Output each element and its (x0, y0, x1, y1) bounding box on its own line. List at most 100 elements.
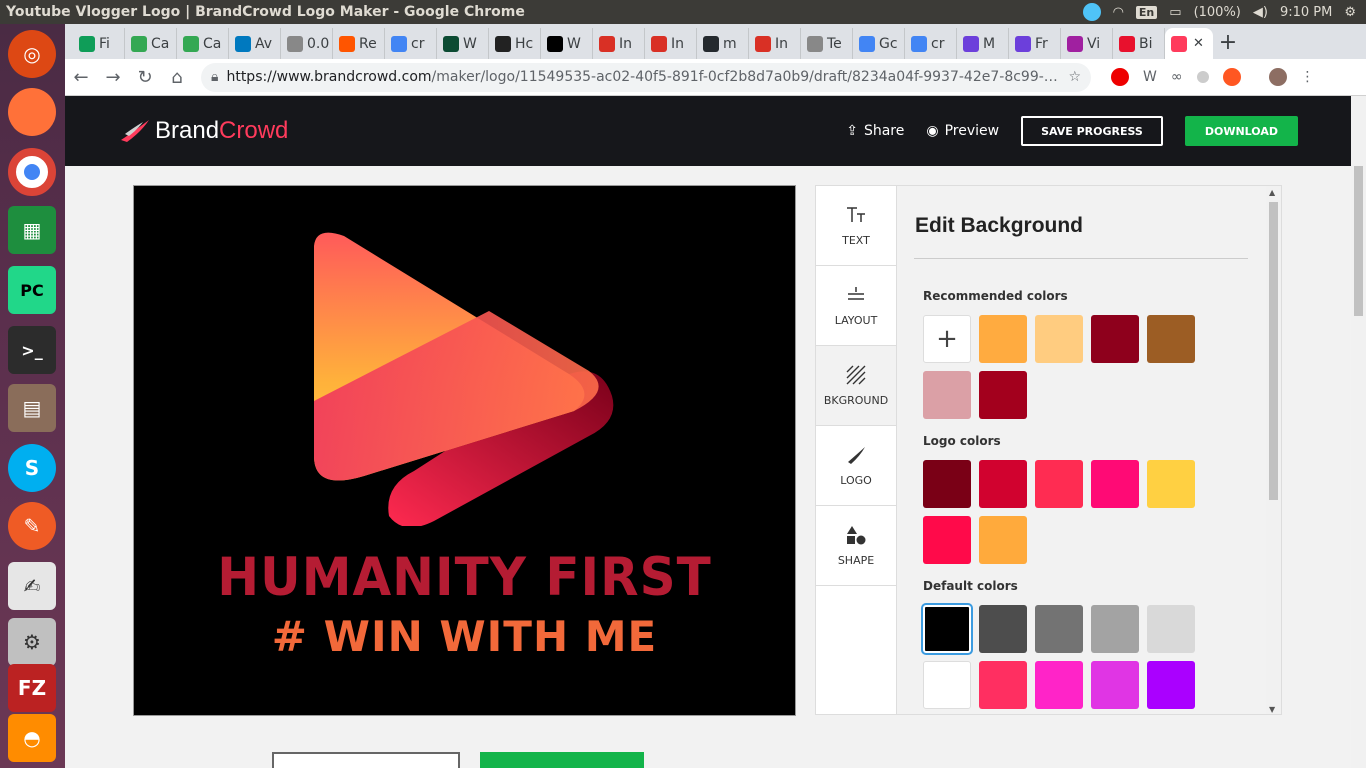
firefox-icon[interactable] (8, 88, 56, 136)
browser-tab[interactable]: In (645, 28, 697, 59)
default-color-swatch[interactable] (1091, 605, 1139, 653)
logo-color-swatch[interactable] (979, 460, 1027, 508)
filezilla-icon[interactable]: FZ (8, 664, 56, 712)
logo-color-swatch[interactable] (979, 516, 1027, 564)
browser-tab[interactable]: M (957, 28, 1009, 59)
scroll-up-icon[interactable]: ▲ (1269, 188, 1275, 197)
chrome-menu-icon[interactable]: ⋮ (1301, 69, 1315, 85)
browser-tab[interactable]: 0.0 (281, 28, 333, 59)
default-color-swatch[interactable] (1147, 661, 1195, 709)
more-apps-icon[interactable]: ◓ (8, 714, 56, 762)
recommended-color-swatch[interactable] (1091, 315, 1139, 363)
browser-tab[interactable]: In (749, 28, 801, 59)
sidebar-item-layout[interactable]: LAYOUT (816, 266, 896, 346)
grey-extension-icon[interactable] (1196, 71, 1209, 83)
wifi-icon[interactable]: ◠ (1113, 5, 1124, 20)
secondary-action-button[interactable] (272, 752, 460, 768)
sidebar-item-logo[interactable]: LOGO (816, 426, 896, 506)
scroll-down-icon[interactable]: ▼ (1269, 705, 1275, 714)
reload-icon[interactable]: ↻ (129, 67, 161, 88)
browser-tab[interactable]: Bi (1113, 28, 1165, 59)
clock[interactable]: 9:10 PM (1280, 5, 1332, 20)
logo-color-swatch[interactable] (1091, 460, 1139, 508)
browser-tab[interactable]: cr (385, 28, 437, 59)
back-arrow-icon[interactable]: ← (65, 67, 97, 88)
url-input[interactable]: 🔒︎ https://www.brandcrowd.com/maker/logo… (201, 62, 1091, 92)
system-tools-icon[interactable]: ⚙ (8, 618, 56, 666)
recommended-color-swatch[interactable] (1035, 315, 1083, 363)
postman-icon[interactable]: ✎ (8, 502, 56, 550)
logo-text-line-1[interactable]: HUMANITY FIRST (134, 547, 795, 608)
primary-action-button[interactable] (480, 752, 644, 768)
skype-tray-icon[interactable] (1082, 3, 1101, 21)
browser-tab[interactable]: m (697, 28, 749, 59)
default-color-swatch[interactable] (1147, 605, 1195, 653)
default-color-swatch[interactable] (923, 661, 971, 709)
recommended-color-swatch[interactable] (979, 315, 1027, 363)
panel-scroll-thumb[interactable] (1269, 202, 1278, 500)
browser-tab[interactable]: Av (229, 28, 281, 59)
settings-gear-icon[interactable]: ⚙ (1344, 5, 1356, 20)
profile-avatar[interactable] (1268, 68, 1287, 86)
volume-icon[interactable]: ◀) (1253, 5, 1268, 20)
browser-tab[interactable]: Te (801, 28, 853, 59)
default-color-swatch[interactable] (1035, 605, 1083, 653)
orange-extension-icon[interactable] (1222, 68, 1241, 86)
add-color-button[interactable]: + (923, 315, 971, 363)
logo-color-swatch[interactable] (1147, 460, 1195, 508)
browser-tab[interactable]: Gc (853, 28, 905, 59)
adblock-extension-icon[interactable] (1111, 68, 1129, 86)
default-color-swatch[interactable] (979, 661, 1027, 709)
browser-tab[interactable]: In (593, 28, 645, 59)
tab-active[interactable]: ✕ (1165, 28, 1213, 59)
close-tab-icon[interactable]: ✕ (1193, 36, 1204, 51)
page-scroll-thumb[interactable] (1354, 166, 1363, 316)
forward-arrow-icon[interactable]: → (97, 67, 129, 88)
share-link[interactable]: ⇪ Share (846, 123, 904, 139)
recommended-color-swatch[interactable] (1147, 315, 1195, 363)
sidebar-item-text[interactable]: TEXT (816, 186, 896, 266)
language-indicator[interactable]: En (1135, 5, 1158, 19)
page-scrollbar[interactable] (1351, 96, 1366, 768)
logo-color-swatch[interactable] (1035, 460, 1083, 508)
default-color-swatch[interactable] (1091, 661, 1139, 709)
spreadsheet-icon[interactable]: ▦ (8, 206, 56, 254)
browser-tab[interactable]: Fr (1009, 28, 1061, 59)
wikipedia-extension-icon[interactable]: W (1143, 69, 1157, 85)
panel-scrollbar[interactable]: ▲ ▼ (1266, 186, 1281, 714)
home-icon[interactable]: ⌂ (161, 67, 193, 88)
bookmark-star-icon[interactable]: ☆ (1068, 69, 1081, 85)
browser-tab[interactable]: Fi (73, 28, 125, 59)
text-editor-icon[interactable]: ✍ (8, 562, 56, 610)
skype-icon[interactable]: S (8, 444, 56, 492)
browser-tab[interactable]: Hc (489, 28, 541, 59)
default-color-swatch[interactable] (979, 605, 1027, 653)
logo-color-swatch[interactable] (923, 460, 971, 508)
chrome-icon[interactable] (8, 148, 56, 196)
battery-icon[interactable]: ▭ (1169, 5, 1181, 20)
default-color-swatch[interactable] (921, 603, 973, 655)
sidebar-item-shape[interactable]: SHAPE (816, 506, 896, 586)
default-color-swatch[interactable] (1035, 661, 1083, 709)
brandcrowd-logo[interactable]: Brand Crowd (119, 117, 288, 145)
logo-canvas[interactable]: HUMANITY FIRST # WIN WITH ME (133, 185, 796, 716)
terminal-icon[interactable]: >_ (8, 326, 56, 374)
logo-color-swatch[interactable] (923, 516, 971, 564)
link-extension-icon[interactable]: ∞ (1171, 69, 1183, 85)
browser-tab[interactable]: W (437, 28, 489, 59)
browser-tab[interactable]: Ca (125, 28, 177, 59)
browser-tab[interactable]: Vi (1061, 28, 1113, 59)
sidebar-item-background[interactable]: BKGROUND (816, 346, 896, 426)
pycharm-icon[interactable]: PC (8, 266, 56, 314)
logo-text-line-2[interactable]: # WIN WITH ME (134, 612, 795, 661)
recommended-color-swatch[interactable] (923, 371, 971, 419)
browser-tab[interactable]: Re (333, 28, 385, 59)
new-tab-button[interactable]: + (1213, 28, 1243, 59)
ubuntu-dash-icon[interactable]: ◎ (8, 30, 56, 78)
download-button[interactable]: DOWNLOAD (1184, 116, 1298, 146)
browser-tab[interactable]: W (541, 28, 593, 59)
save-progress-button[interactable]: SAVE PROGRESS (1021, 116, 1163, 146)
preview-link[interactable]: ◉ Preview (926, 123, 999, 139)
recommended-color-swatch[interactable] (979, 371, 1027, 419)
files-icon[interactable]: ▤ (8, 384, 56, 432)
